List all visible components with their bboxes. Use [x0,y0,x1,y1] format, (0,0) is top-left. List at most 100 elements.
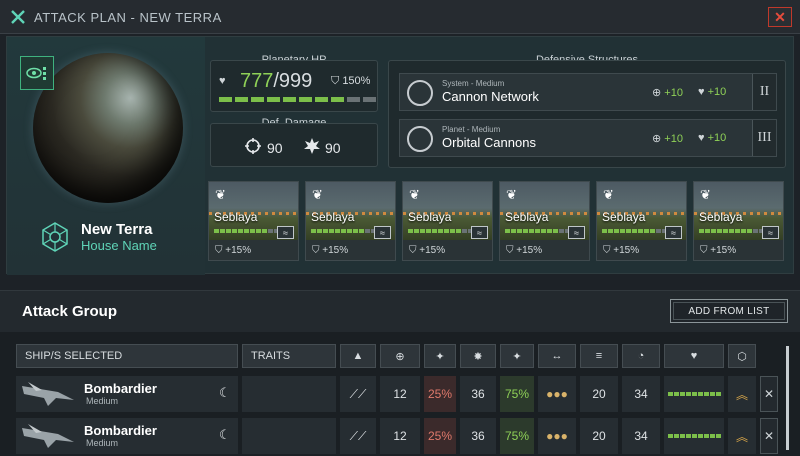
pop-bar-segment [747,229,752,233]
pop-bar-segment [620,229,625,233]
pop-bar-segment [462,229,467,233]
ship-role-icon: ⟋⟋ [340,418,376,454]
column-header-rank-icon[interactable]: ⬡ [728,344,756,368]
pop-bar-segment [408,229,413,233]
pop-bar-segment [268,229,273,233]
accuracy-value: 25% [424,376,456,412]
defense-row[interactable]: Planet - Medium Orbital Cannons ⊕ +10 ♥ … [399,119,777,157]
pop-bonus: ⛉ +15% [215,245,252,256]
pop-card[interactable]: ❦ Seblaya ≈ ⛉ +15% [693,181,784,261]
pop-bar-segment [244,229,249,233]
pop-card[interactable]: ❦ Seblaya ≈ ⛉ +15% [402,181,493,261]
cannon-network-icon [407,80,433,106]
eye-icon[interactable] [20,56,54,90]
pop-card[interactable]: ❦ Seblaya ≈ ⛉ +15% [596,181,687,261]
pop-card[interactable]: ❦ Seblaya ≈ ⛉ +15% [208,181,299,261]
column-header-damage-icon[interactable]: ✸ [460,344,496,368]
column-header-speedometer-icon[interactable]: ◔ [622,344,660,368]
evasion-value: 75% [500,376,534,412]
pop-bar [408,229,473,233]
defense-stat-attack: ⊕ +10 [652,132,683,145]
health-cell [664,376,724,412]
health-bar-segment [703,434,709,438]
wave-icon: ≈ [471,226,488,239]
explosion-icon [304,138,320,154]
defense-stat-value: +10 [707,132,727,144]
pop-bar-segment [353,229,358,233]
defense-tier: III [752,120,776,156]
pop-bonus: ⛉ +15% [506,245,543,256]
remove-ship-button[interactable]: ✕ [760,376,778,412]
remove-ship-button[interactable]: ✕ [760,418,778,454]
close-button[interactable]: ✕ [768,7,792,27]
pop-bar-segment [632,229,637,233]
column-header-evasion-icon[interactable]: ✦ [500,344,534,368]
pop-name: Seblaya [602,210,646,224]
pop-name: Seblaya [408,210,452,224]
pop-bar-segment [529,229,534,233]
pop-bonus-value: +15% [613,245,640,256]
armor-value: 20 [580,418,618,454]
column-header-speed-icon[interactable]: ▲ [340,344,376,368]
leaf-icon: ❦ [312,187,323,202]
pop-name: Seblaya [311,210,355,224]
pop-card[interactable]: ❦ Seblaya ≈ ⛉ +15% [305,181,396,261]
speed-value: 34 [622,376,660,412]
hp-percent-value: 150% [342,75,371,87]
leaf-icon: ❦ [409,187,420,202]
pop-bar-segment [426,229,431,233]
attack-group-header: Attack Group ADD FROM LIST [0,290,800,332]
pop-bar-segment [444,229,449,233]
pop-bar-segment [614,229,619,233]
pop-bonus: ⛉ +15% [700,245,737,256]
pop-bar-segment [238,229,243,233]
health-bar-segment [685,434,691,438]
pop-bar [699,229,764,233]
column-header-accuracy-icon[interactable]: ✦ [424,344,456,368]
pop-name: Seblaya [214,210,258,224]
pop-bar-segment [505,229,510,233]
health-bar-segment [715,392,721,396]
pop-bar-segment [232,229,237,233]
pop-bonus-value: +15% [225,245,252,256]
damage-value: 36 [460,376,496,412]
ship-image [22,424,74,448]
column-header-armor-icon[interactable]: ≡ [580,344,618,368]
rank-chevron-icon: ︽ [728,376,756,412]
pop-bar [311,229,376,233]
pop-card[interactable]: ❦ Seblaya ≈ ⛉ +15% [499,181,590,261]
ship-cell: Bombardier Medium ☾ [16,418,238,454]
pop-bar-segment [214,229,219,233]
column-header-range-icon[interactable]: ↔ [538,344,576,368]
table-row[interactable]: Bombardier Medium ☾ ⟋⟋ 12 25% 36 75% ●●●… [16,418,778,456]
health-cell [664,418,724,454]
wave-icon: ≈ [374,226,391,239]
health-bar-segment [703,392,709,396]
health-bar-segment [697,434,703,438]
pop-bar-segment [347,229,352,233]
health-bar-segment [709,434,715,438]
table-row[interactable]: Bombardier Medium ☾ ⟋⟋ 12 25% 36 75% ●●●… [16,376,778,414]
crosshair-icon: ⊕ [652,87,665,99]
moon-icon: ☾ [219,385,231,400]
defense-tier: II [752,74,776,110]
column-header-health-icon[interactable]: ♥ [664,344,724,368]
pop-bonus: ⛉ +15% [312,245,349,256]
attack-value: 12 [380,418,420,454]
defense-row[interactable]: System - Medium Cannon Network ⊕ +10 ♥ +… [399,73,777,111]
pop-bar-segment [753,229,758,233]
def-damage-value-2: 90 [325,140,341,156]
column-header-attack-icon[interactable]: ⊕ [380,344,420,368]
wave-icon: ≈ [762,226,779,239]
speed-value: 34 [622,418,660,454]
leaf-icon: ❦ [603,187,614,202]
column-header-ships[interactable]: SHIP/S SELECTED [16,344,238,368]
ship-class: Medium [86,396,119,406]
add-from-list-button[interactable]: ADD FROM LIST [670,299,788,323]
scrollbar[interactable] [786,346,789,450]
pop-bar-segment [323,229,328,233]
hp-bar-segment [267,97,280,102]
planet-panel: New Terra House Name [7,37,205,275]
pop-bar-segment [359,229,364,233]
column-header-traits[interactable]: TRAITS [242,344,336,368]
